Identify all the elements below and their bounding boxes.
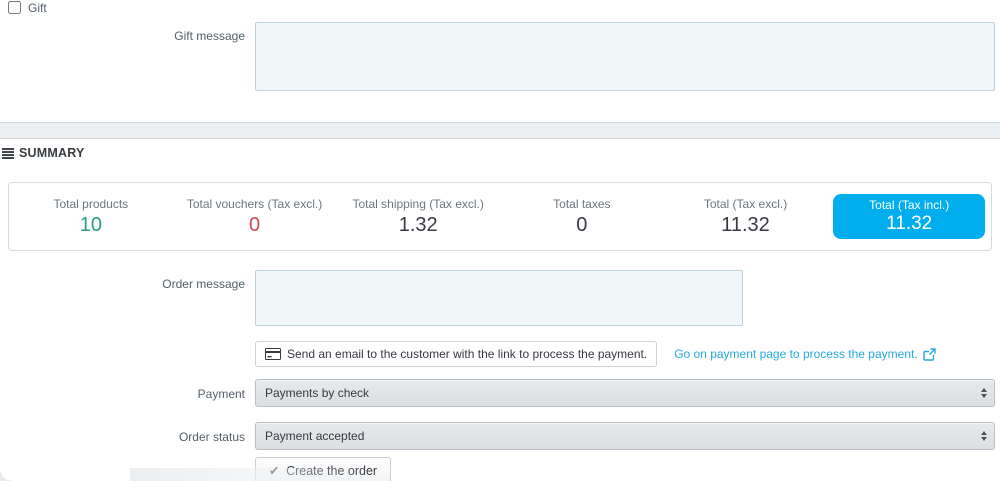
summary-header: SUMMARY xyxy=(0,139,1000,160)
gift-message-textarea[interactable] xyxy=(255,22,995,91)
order-status-label: Order status xyxy=(178,430,245,444)
total-tax-excl-value: 11.32 xyxy=(721,214,770,236)
total-tax-incl-badge: Total (Tax incl.) 11.32 xyxy=(833,194,986,239)
total-shipping-label: Total shipping (Tax excl.) xyxy=(352,197,484,211)
total-tax-excl-label: Total (Tax excl.) xyxy=(703,197,788,211)
payment-select-value: Payments by check xyxy=(265,386,370,400)
summary-header-title: SUMMARY xyxy=(19,146,85,160)
section-divider-band xyxy=(0,122,1000,139)
total-taxes-label: Total taxes xyxy=(553,197,611,211)
send-payment-email-button[interactable]: Send an email to the customer with the l… xyxy=(255,341,658,367)
total-products-col: Total products 10 xyxy=(9,197,173,236)
gift-checkbox-label: Gift xyxy=(28,0,47,15)
send-payment-email-label: Send an email to the customer with the l… xyxy=(287,347,648,361)
payment-actions-row: Send an email to the customer with the l… xyxy=(255,341,1000,367)
total-vouchers-col: Total vouchers (Tax excl.) 0 xyxy=(173,197,337,236)
order-message-row: Order message xyxy=(0,270,1000,326)
gift-message-row: Gift message xyxy=(0,22,1000,91)
gift-checkbox[interactable] xyxy=(8,1,21,14)
gift-checkbox-row: Gift xyxy=(0,0,1000,15)
total-products-label: Total products xyxy=(53,197,129,211)
order-status-select[interactable]: Payment accepted xyxy=(255,422,995,450)
total-tax-excl-col: Total (Tax excl.) 11.32 xyxy=(664,197,828,236)
external-link-icon xyxy=(922,347,936,361)
order-status-select-value: Payment accepted xyxy=(265,429,365,443)
payment-row: Payment Payments by check xyxy=(0,379,1000,407)
payment-label: Payment xyxy=(197,387,245,401)
order-totals-box: Total products 10 Total vouchers (Tax ex… xyxy=(8,182,992,251)
payment-select[interactable]: Payments by check xyxy=(255,379,995,407)
credit-card-icon xyxy=(265,348,281,360)
go-to-payment-page-label: Go on payment page to process the paymen… xyxy=(674,347,918,361)
total-shipping-value: 1.32 xyxy=(398,214,438,236)
panel-bottom-rounded-corner xyxy=(0,468,130,481)
order-message-textarea[interactable] xyxy=(255,270,743,326)
total-taxes-value: 0 xyxy=(576,214,588,236)
total-products-value: 10 xyxy=(79,214,102,236)
go-to-payment-page-link[interactable]: Go on payment page to process the paymen… xyxy=(674,347,936,361)
total-taxes-col: Total taxes 0 xyxy=(500,197,664,236)
total-vouchers-value: 0 xyxy=(248,214,261,236)
up-down-arrows-icon xyxy=(981,388,987,398)
total-tax-incl-value: 11.32 xyxy=(886,213,933,234)
order-status-row: Order status Payment accepted xyxy=(0,422,1000,450)
total-tax-incl-col: Total (Tax incl.) 11.32 xyxy=(827,194,991,239)
total-shipping-col: Total shipping (Tax excl.) 1.32 xyxy=(336,197,500,236)
summary-panel: SUMMARY Total products 10 Total vouchers… xyxy=(0,139,1000,481)
list-lines-icon xyxy=(2,147,14,159)
total-tax-incl-label: Total (Tax incl.) xyxy=(869,198,950,212)
total-vouchers-label: Total vouchers (Tax excl.) xyxy=(186,197,323,211)
gift-message-label: Gift message xyxy=(174,29,245,43)
order-message-label: Order message xyxy=(162,277,245,291)
gift-panel: Gift Gift message xyxy=(0,0,1000,122)
up-down-arrows-icon xyxy=(981,431,987,441)
